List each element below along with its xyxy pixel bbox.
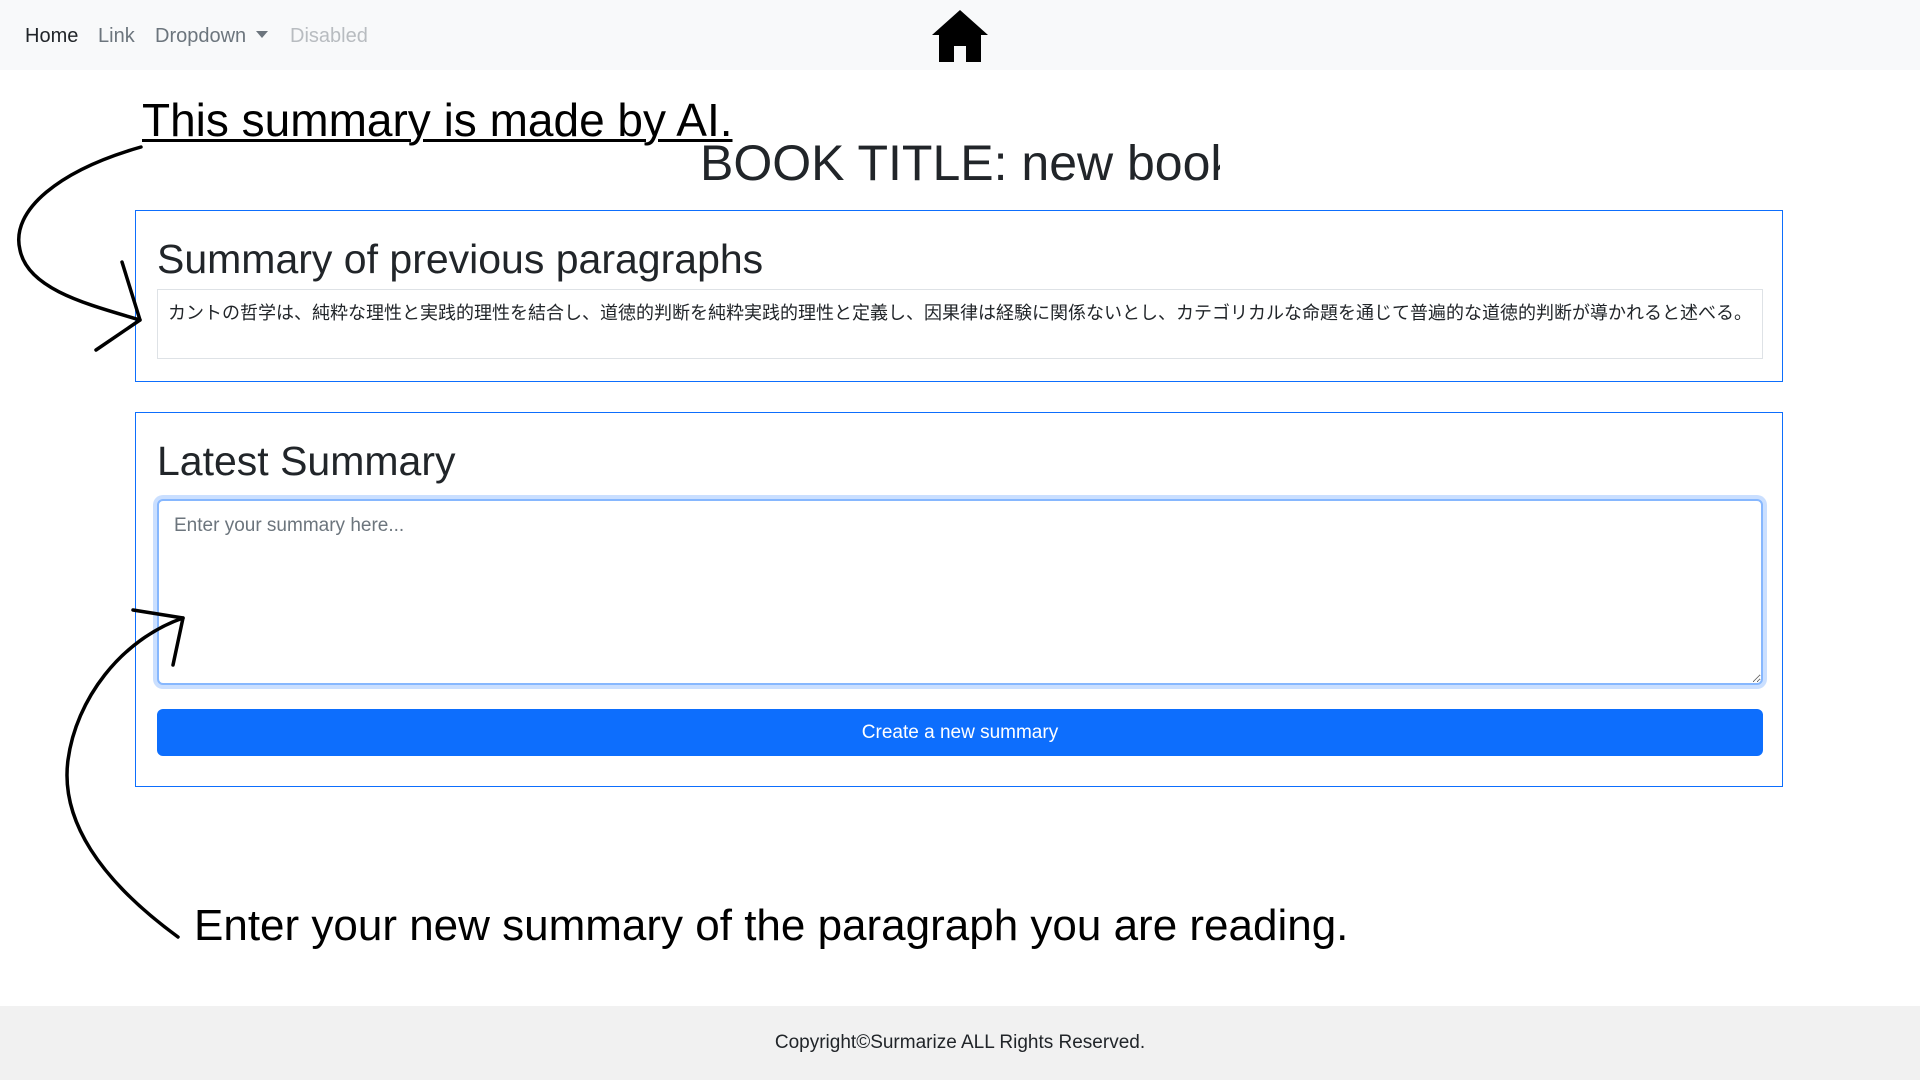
summary-input[interactable] xyxy=(157,499,1763,685)
nav-disabled-link: Disabled xyxy=(290,25,368,47)
home-icon[interactable] xyxy=(928,6,992,66)
previous-summary-card: Summary of previous paragraphs カントの哲学は、純… xyxy=(135,210,1783,382)
create-summary-button[interactable]: Create a new summary xyxy=(157,709,1763,756)
nav-dropdown-toggle[interactable]: Dropdown xyxy=(155,24,269,48)
caret-down-icon xyxy=(256,31,269,38)
previous-summary-heading: Summary of previous paragraphs xyxy=(157,236,764,282)
latest-summary-card: Latest Summary Create a new summary xyxy=(135,412,1783,787)
latest-summary-heading: Latest Summary xyxy=(157,438,456,484)
nav-link-link[interactable]: Link xyxy=(98,24,135,48)
nav-home-link[interactable]: Home xyxy=(25,24,78,48)
nav-dropdown-label: Dropdown xyxy=(155,25,247,47)
arrowhead-icon xyxy=(94,260,142,352)
footer: Copyright©Surmarize ALL Rights Reserved. xyxy=(0,1006,1920,1080)
enter-annotation-note: Enter your new summary of the paragraph … xyxy=(194,901,1349,950)
curved-arrow-icon xyxy=(17,145,143,322)
copyright-text: Copyright©Surmarize ALL Rights Reserved. xyxy=(774,1032,1146,1053)
navbar: Home Link Dropdown Disabled xyxy=(0,0,1920,70)
previous-summary-text: カントの哲学は、純粋な理性と実践的理性を結合し、道徳的判断を純粋実践的理性と定義… xyxy=(157,289,1763,359)
book-title: BOOK TITLE: new book xyxy=(700,135,1236,191)
ai-annotation-note: This summary is made by AI. xyxy=(142,94,733,146)
